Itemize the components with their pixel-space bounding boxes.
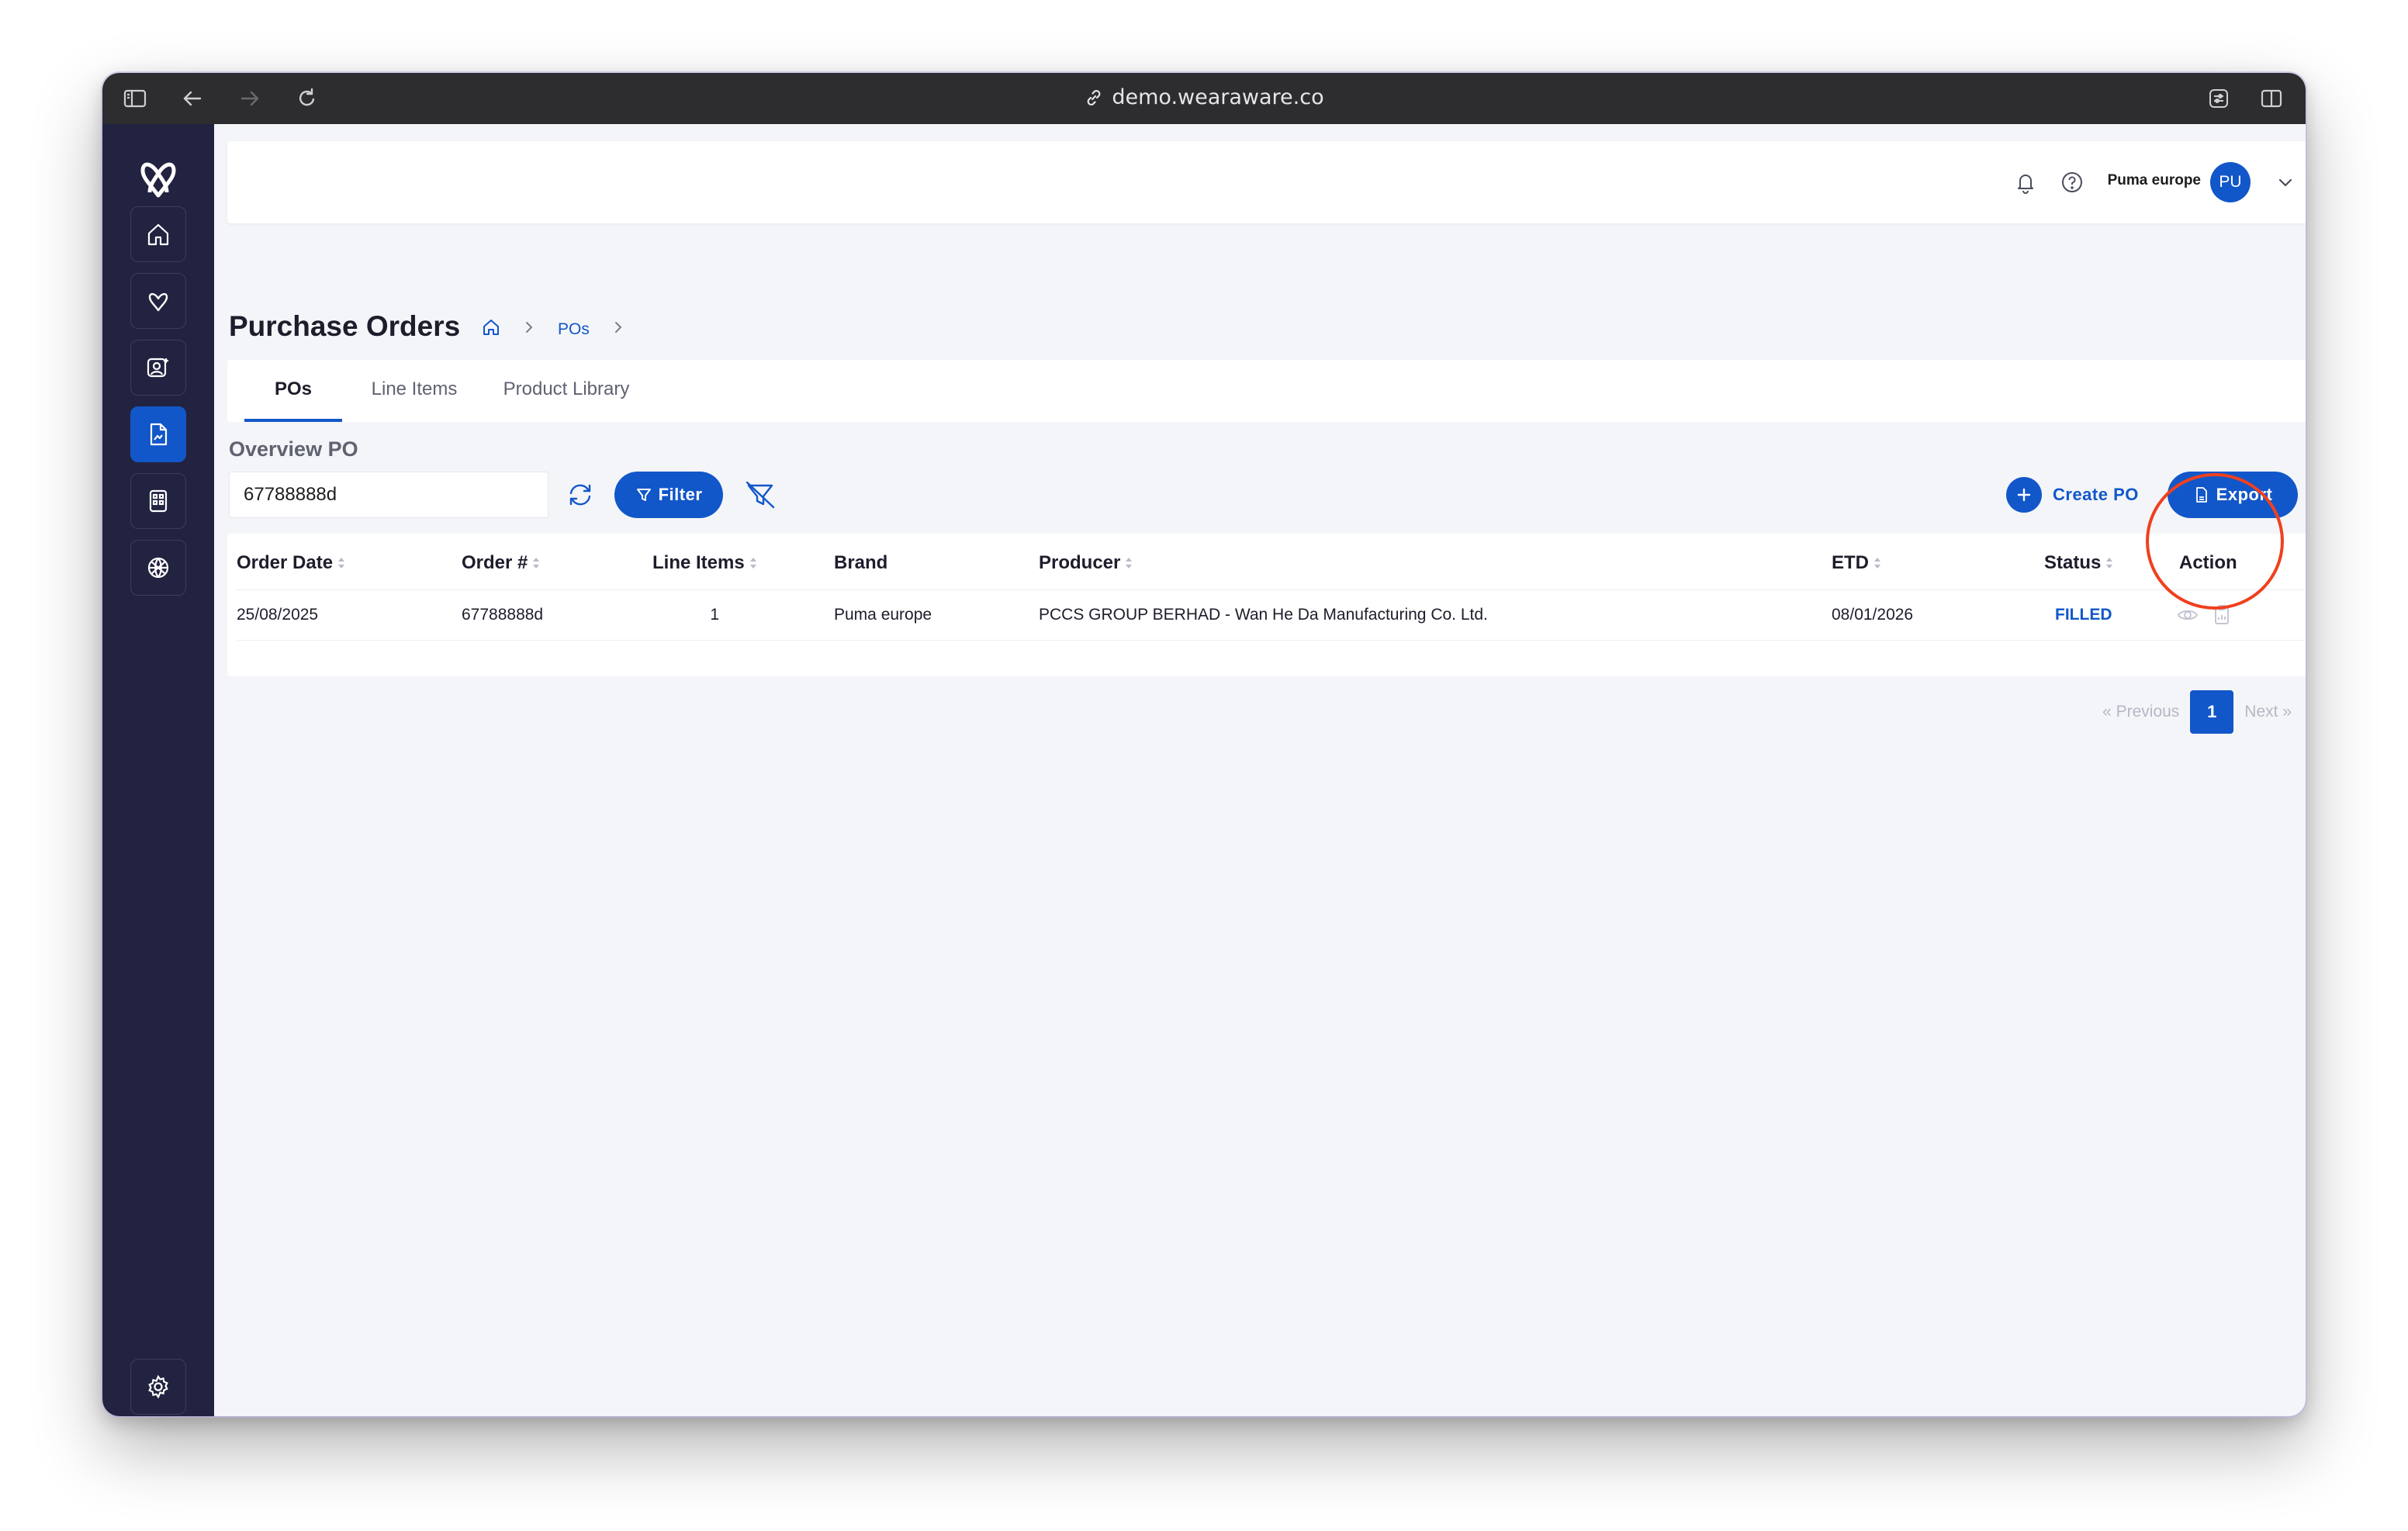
- home-icon: [147, 223, 169, 246]
- url-text: demo.wearaware.co: [1112, 85, 1324, 109]
- sort-icon[interactable]: [748, 555, 759, 570]
- grid-tag-icon: [149, 489, 168, 513]
- col-action: Action: [2176, 534, 2305, 590]
- browser-toolbar: demo.wearaware.co: [102, 73, 2306, 124]
- browser-window: demo.wearaware.co Puma europe PU Purchas…: [102, 73, 2306, 1416]
- document-icon: [2195, 487, 2207, 503]
- chevron-right-icon: [522, 320, 536, 339]
- avatar[interactable]: PU: [2210, 162, 2251, 202]
- tab-line-items[interactable]: Line Items: [359, 360, 469, 422]
- cell-brand: Puma europe: [834, 589, 1039, 641]
- main-content: Puma europe PU Purchase Orders POs POs L…: [214, 124, 2306, 1416]
- sidebar-item-products[interactable]: [130, 473, 186, 529]
- app-sidebar: [102, 124, 214, 1416]
- aware-icon: [148, 292, 168, 312]
- user-settings-icon: [147, 358, 168, 378]
- link-icon: [1088, 90, 1101, 105]
- table-row[interactable]: 25/08/2025 67788888d 1 Puma europe PCCS …: [237, 589, 2305, 641]
- help-icon[interactable]: [2060, 170, 2085, 195]
- col-line-items[interactable]: Line Items: [652, 534, 834, 590]
- sort-icon[interactable]: [1123, 555, 1134, 570]
- cell-order-date: 25/08/2025: [237, 589, 462, 641]
- search-input[interactable]: [229, 472, 548, 518]
- filter-label: Filter: [658, 485, 703, 504]
- create-po-label: Create PO: [2053, 485, 2139, 504]
- cell-status: FILLED: [2044, 589, 2176, 641]
- sidebar-item-settings[interactable]: [130, 1359, 186, 1415]
- export-label: Export: [2216, 485, 2273, 504]
- sort-icon[interactable]: [2104, 555, 2115, 570]
- tab-product-library[interactable]: Product Library: [483, 360, 649, 422]
- address-bar[interactable]: demo.wearaware.co: [102, 85, 2306, 109]
- clear-filter-icon[interactable]: [743, 478, 777, 512]
- cell-etd: 08/01/2026: [1832, 589, 2044, 641]
- sidebar-item-aware[interactable]: [130, 273, 186, 329]
- refresh-icon[interactable]: [563, 478, 597, 512]
- aware-logo-icon[interactable]: [137, 154, 180, 200]
- next-page[interactable]: Next »: [2244, 703, 2292, 721]
- gear-icon: [148, 1374, 168, 1399]
- globe-icon: [147, 557, 169, 579]
- page-1-button[interactable]: 1: [2190, 690, 2234, 734]
- sidebar-item-network[interactable]: [130, 540, 186, 596]
- eye-icon[interactable]: [2176, 606, 2204, 624]
- breadcrumb-item-pos[interactable]: POs: [558, 320, 590, 339]
- cell-order-no: 67788888d: [462, 589, 652, 641]
- sidebar-item-home[interactable]: [130, 206, 186, 262]
- col-brand: Brand: [834, 534, 1039, 590]
- app-header: Puma europe PU: [227, 141, 2306, 223]
- cell-producer: PCCS GROUP BERHAD - Wan He Da Manufactur…: [1039, 589, 1832, 641]
- pagination: « Previous 1 Next »: [2102, 690, 2292, 734]
- create-po-button[interactable]: Create PO: [2006, 475, 2139, 515]
- previous-page[interactable]: « Previous: [2102, 703, 2179, 721]
- sidebar-item-purchase-orders[interactable]: [130, 406, 186, 462]
- breadcrumb: POs: [482, 318, 625, 341]
- chevron-down-icon[interactable]: [2274, 171, 2297, 194]
- tab-pos[interactable]: POs: [244, 360, 342, 422]
- document-icon: [150, 423, 168, 446]
- filter-button[interactable]: Filter: [614, 472, 723, 518]
- bell-icon[interactable]: [2013, 170, 2038, 195]
- chevron-right-icon: [611, 320, 625, 339]
- page-title: Purchase Orders: [229, 310, 461, 342]
- cell-action: [2176, 589, 2305, 641]
- sort-icon[interactable]: [336, 555, 347, 570]
- user-name[interactable]: Puma europe: [2108, 172, 2201, 189]
- table-header-row: Order Date Order # Line Items Brand Prod…: [237, 534, 2305, 590]
- export-button[interactable]: Export: [2168, 472, 2298, 518]
- filter-icon: [636, 489, 651, 501]
- sidebar-item-profile[interactable]: [130, 340, 186, 396]
- po-table-card: Order Date Order # Line Items Brand Prod…: [227, 534, 2306, 676]
- status-badge: FILLED: [2055, 606, 2112, 624]
- plus-icon: [2006, 477, 2042, 513]
- extension-icon[interactable]: [2206, 86, 2231, 111]
- home-breadcrumb-icon[interactable]: [482, 318, 500, 341]
- col-order-no[interactable]: Order #: [462, 534, 652, 590]
- tab-bar: POs Line Items Product Library: [227, 360, 2306, 422]
- sort-icon[interactable]: [1872, 555, 1883, 570]
- col-producer[interactable]: Producer: [1039, 534, 1832, 590]
- clipboard-icon[interactable]: [2210, 605, 2233, 624]
- col-status[interactable]: Status: [2044, 534, 2176, 590]
- split-view-icon[interactable]: [2259, 86, 2284, 111]
- po-table: Order Date Order # Line Items Brand Prod…: [237, 534, 2305, 641]
- col-etd[interactable]: ETD: [1832, 534, 2044, 590]
- cell-line-items: 1: [652, 589, 834, 641]
- section-label: Overview PO: [229, 437, 358, 461]
- col-order-date[interactable]: Order Date: [237, 534, 462, 590]
- sort-icon[interactable]: [531, 555, 541, 570]
